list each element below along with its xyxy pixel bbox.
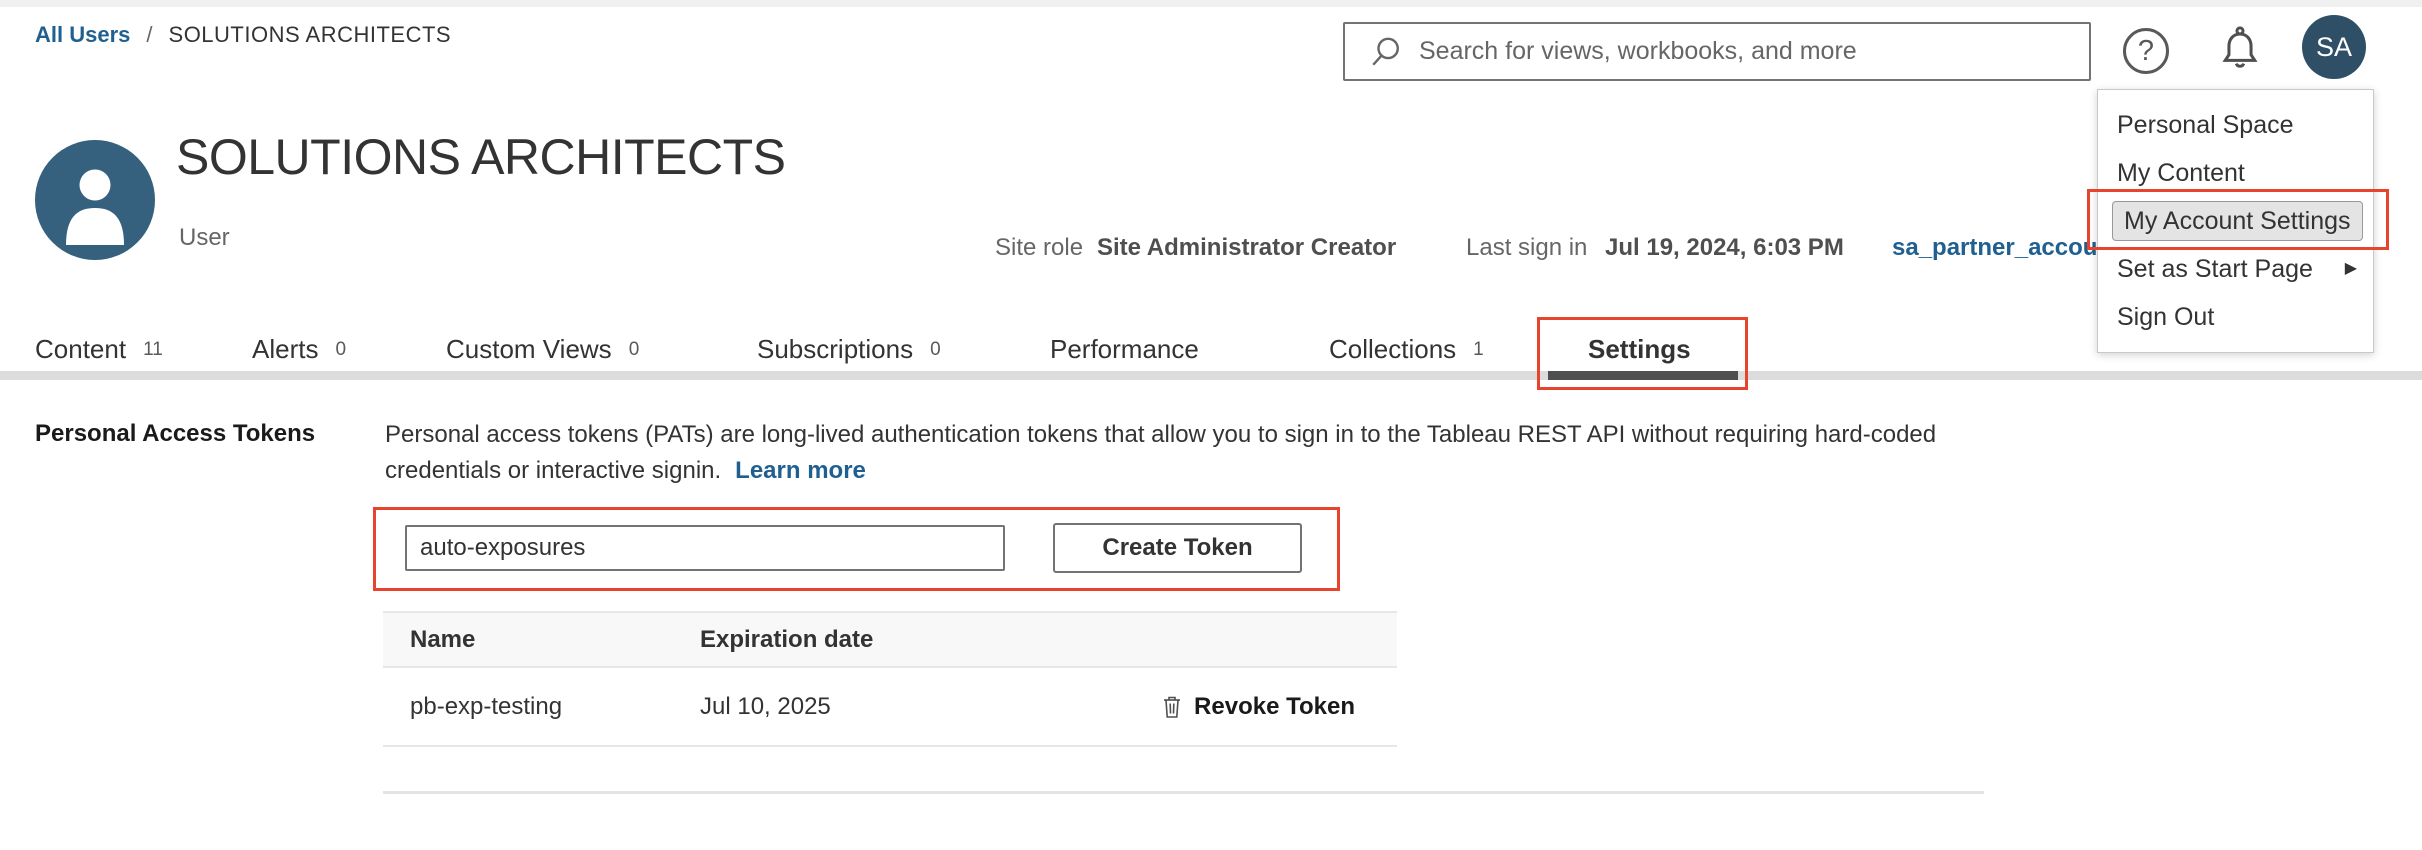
tab-content-count: 11 <box>143 339 163 370</box>
tab-collections[interactable]: Collections 1 <box>1329 334 1484 365</box>
tab-content[interactable]: Content 11 <box>35 334 163 365</box>
tab-collections-label: Collections <box>1329 334 1456 365</box>
column-header-expiration: Expiration date <box>700 626 873 654</box>
tab-settings[interactable]: Settings <box>1588 334 1691 365</box>
submenu-caret-icon: ▶ <box>2345 245 2357 293</box>
tab-alerts-count: 0 <box>335 339 346 370</box>
menu-item-set-as-start-page[interactable]: Set as Start Page ▶ <box>2098 245 2373 293</box>
profile-avatar <box>35 140 155 260</box>
site-role-value: Site Administrator Creator <box>1097 234 1396 262</box>
pat-description-line1: Personal access tokens (PATs) are long-l… <box>385 421 1936 448</box>
site-role-label: Site role <box>995 234 1083 262</box>
top-edge-strip <box>0 0 2422 7</box>
tab-subscriptions-label: Subscriptions <box>757 334 913 365</box>
token-table-header: Name Expiration date <box>383 611 1397 668</box>
person-icon <box>35 140 155 260</box>
last-sign-in-label: Last sign in <box>1466 234 1587 262</box>
help-icon[interactable]: ? <box>2123 28 2169 74</box>
search-input[interactable] <box>1419 37 2089 66</box>
menu-item-my-account-settings[interactable]: My Account Settings <box>2112 201 2363 241</box>
notifications-bell-icon[interactable] <box>2214 24 2266 76</box>
tab-settings-label: Settings <box>1588 334 1691 365</box>
section-divider <box>383 791 1984 794</box>
revoke-token-label: Revoke Token <box>1194 693 1355 721</box>
user-avatar[interactable]: SA <box>2302 15 2366 79</box>
revoke-token-button[interactable]: Revoke Token <box>1160 693 1355 721</box>
tab-performance-label: Performance <box>1050 334 1199 365</box>
page: All Users / SOLUTIONS ARCHITECTS ? SA Pe… <box>0 0 2422 850</box>
menu-item-sign-out[interactable]: Sign Out <box>2098 293 2373 341</box>
search-icon <box>1369 35 1403 69</box>
pat-description-line2: credentials or interactive signin. <box>385 457 721 484</box>
table-row: pb-exp-testing Jul 10, 2025 Revoke Token <box>383 668 1397 747</box>
tab-subscriptions-count: 0 <box>930 339 941 370</box>
pat-description: Personal access tokens (PATs) are long-l… <box>385 417 1995 489</box>
tab-collections-count: 1 <box>1473 339 1484 370</box>
last-sign-in-value: Jul 19, 2024, 6:03 PM <box>1605 234 1844 262</box>
breadcrumb-separator: / <box>146 22 152 48</box>
menu-item-personal-space[interactable]: Personal Space <box>2098 101 2373 149</box>
tab-alerts[interactable]: Alerts 0 <box>252 334 346 365</box>
tab-custom-views-count: 0 <box>629 339 640 370</box>
learn-more-link[interactable]: Learn more <box>735 457 866 484</box>
tab-bar-track <box>0 371 2422 380</box>
selected-tab-underline <box>1548 371 1738 380</box>
create-token-button[interactable]: Create Token <box>1053 523 1302 573</box>
menu-item-my-account-settings-slot: My Account Settings <box>2098 197 2373 245</box>
search-box[interactable] <box>1343 22 2091 81</box>
tab-alerts-label: Alerts <box>252 334 318 365</box>
tab-custom-views[interactable]: Custom Views 0 <box>446 334 639 365</box>
breadcrumb-all-users-link[interactable]: All Users <box>35 22 130 48</box>
menu-item-set-as-start-page-label: Set as Start Page <box>2117 255 2313 283</box>
user-type-label: User <box>179 224 230 252</box>
token-name-input[interactable] <box>405 525 1005 571</box>
token-name-cell: pb-exp-testing <box>410 693 562 721</box>
column-header-name: Name <box>410 626 475 654</box>
token-expiration-cell: Jul 10, 2025 <box>700 693 831 721</box>
account-username-link[interactable]: sa_partner_accou <box>1892 234 2097 262</box>
menu-item-my-content[interactable]: My Content <box>2098 149 2373 197</box>
tab-performance[interactable]: Performance <box>1050 334 1199 365</box>
tab-custom-views-label: Custom Views <box>446 334 612 365</box>
breadcrumb-current: SOLUTIONS ARCHITECTS <box>169 22 452 48</box>
trash-icon <box>1160 694 1184 720</box>
tab-subscriptions[interactable]: Subscriptions 0 <box>757 334 941 365</box>
page-title: SOLUTIONS ARCHITECTS <box>176 128 786 186</box>
token-table: Name Expiration date pb-exp-testing Jul … <box>383 611 1397 747</box>
user-account-menu: Personal Space My Content My Account Set… <box>2097 89 2374 353</box>
tab-content-label: Content <box>35 334 126 365</box>
breadcrumb: All Users / SOLUTIONS ARCHITECTS <box>35 22 451 48</box>
pat-section-heading: Personal Access Tokens <box>35 420 315 448</box>
